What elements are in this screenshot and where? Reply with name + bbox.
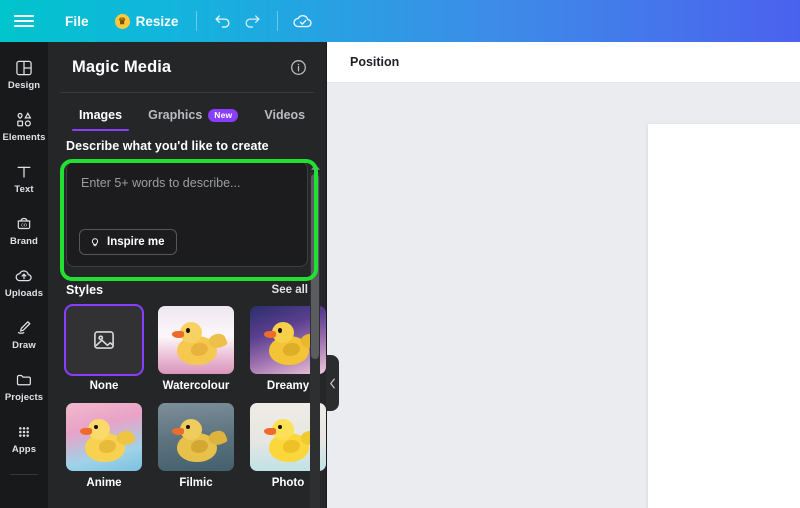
style-thumb-watercolour: [158, 306, 234, 374]
sidebar-label-projects: Projects: [4, 391, 44, 403]
uploads-icon: [15, 270, 32, 281]
style-name-watercolour: Watercolour: [162, 380, 230, 392]
style-option-filmic[interactable]: Filmic: [158, 402, 234, 490]
style-thumb-none: [66, 306, 142, 374]
resize-label: Resize: [135, 13, 179, 29]
duck-illustration: [158, 306, 234, 374]
toolbar-divider-1: [196, 11, 198, 31]
see-all-link[interactable]: See all: [272, 284, 308, 296]
panel-tabs: Images Graphics New Videos: [48, 93, 326, 131]
styles-grid: None Watercolour Dreamy Anime Filmic Pho…: [66, 306, 326, 490]
magic-media-panel: Magic Media Images Graphics New Videos D…: [48, 42, 326, 508]
design-icon: [16, 60, 32, 76]
canvas-area[interactable]: [326, 83, 800, 508]
canva-editor-window: File ♛ Resize Design Elements Text co Br…: [0, 0, 800, 508]
style-name-filmic: Filmic: [179, 476, 213, 489]
tab-videos-label: Videos: [264, 108, 306, 122]
panel-scrollbar-thumb[interactable]: [311, 174, 319, 359]
image-placeholder-icon: [94, 331, 114, 349]
prompt-placeholder: Enter 5+ words to describe...: [81, 176, 241, 190]
tab-images[interactable]: Images: [66, 104, 135, 131]
style-thumb-filmic: [158, 402, 234, 471]
sidebar-label-apps: Apps: [11, 443, 37, 455]
sidebar-item-design[interactable]: Design: [0, 48, 48, 100]
duck-illustration: [158, 403, 234, 471]
tab-graphics-label: Graphics: [148, 108, 203, 122]
style-name-none: None: [89, 380, 119, 392]
lightbulb-icon: [91, 238, 99, 247]
undo-icon[interactable]: [207, 6, 237, 36]
panel-header: Magic Media: [48, 42, 326, 92]
editor-area: Position: [326, 42, 800, 508]
redo-icon[interactable]: [237, 6, 267, 36]
sidebar-item-elements[interactable]: Elements: [0, 100, 48, 152]
sidebar-item-brand[interactable]: co Brand: [0, 204, 48, 256]
chevron-left-icon: [330, 378, 335, 388]
sidebar-label-elements: Elements: [2, 131, 46, 143]
tab-videos[interactable]: Videos: [251, 104, 318, 131]
sidebar-label-design: Design: [7, 79, 41, 91]
panel-scrollbar-track[interactable]: [310, 172, 320, 508]
styles-header: Styles See all: [66, 283, 308, 297]
sidebar-label-text: Text: [14, 183, 34, 195]
projects-icon: [16, 374, 31, 386]
prompt-input[interactable]: Enter 5+ words to describe... Inspire me: [66, 161, 308, 267]
info-circle-icon[interactable]: [289, 58, 308, 77]
sidebar-item-uploads[interactable]: Uploads: [0, 256, 48, 308]
sidebar-label-uploads: Uploads: [4, 287, 44, 299]
duck-illustration: [66, 403, 142, 471]
draw-icon: [17, 320, 31, 334]
panel-content: Describe what you'd like to create Enter…: [48, 131, 326, 489]
style-option-watercolour[interactable]: Watercolour: [158, 306, 234, 393]
cloud-check-icon[interactable]: [288, 6, 318, 36]
crown-icon: ♛: [114, 13, 130, 29]
resize-button[interactable]: ♛ Resize: [107, 9, 187, 34]
toolbar-divider-2: [277, 11, 279, 31]
panel-right-edge: [326, 42, 327, 508]
svg-text:co: co: [21, 222, 27, 228]
collapse-panel-button[interactable]: [326, 355, 339, 411]
file-menu-button[interactable]: File: [57, 9, 97, 34]
sidebar-item-draw[interactable]: Draw: [0, 308, 48, 360]
style-option-anime[interactable]: Anime: [66, 402, 142, 490]
style-thumb-anime: [66, 402, 142, 471]
style-name-anime: Anime: [86, 476, 122, 489]
design-page[interactable]: [648, 124, 800, 508]
sidebar-item-apps[interactable]: Apps: [0, 412, 48, 464]
sidebar-label-brand: Brand: [10, 235, 38, 247]
editor-toolbar: Position: [326, 42, 800, 83]
brand-icon: co: [17, 217, 31, 229]
inspire-me-button[interactable]: Inspire me: [79, 229, 177, 255]
styles-label: Styles: [66, 283, 104, 297]
scroll-up-arrow-icon[interactable]: [309, 162, 321, 172]
top-toolbar: File ♛ Resize: [0, 0, 800, 42]
sidebar-label-draw: Draw: [12, 339, 36, 351]
panel-title: Magic Media: [72, 57, 172, 76]
new-badge: New: [208, 108, 239, 122]
tab-graphics[interactable]: Graphics New: [135, 104, 251, 131]
describe-label: Describe what you'd like to create: [66, 139, 269, 153]
apps-icon: [19, 426, 29, 437]
rail-divider: [10, 474, 38, 475]
sidebar-item-text[interactable]: Text: [0, 152, 48, 204]
inspire-me-label: Inspire me: [107, 236, 165, 248]
position-button[interactable]: Position: [342, 49, 407, 75]
elements-icon: [17, 111, 32, 127]
hamburger-icon[interactable]: [13, 13, 35, 29]
text-icon: [17, 166, 31, 178]
sidebar-item-projects[interactable]: Projects: [0, 360, 48, 412]
tab-images-label: Images: [79, 108, 123, 122]
left-rail: Design Elements Text co Brand Uploads Dr…: [0, 42, 48, 508]
style-option-none[interactable]: None: [66, 306, 142, 393]
